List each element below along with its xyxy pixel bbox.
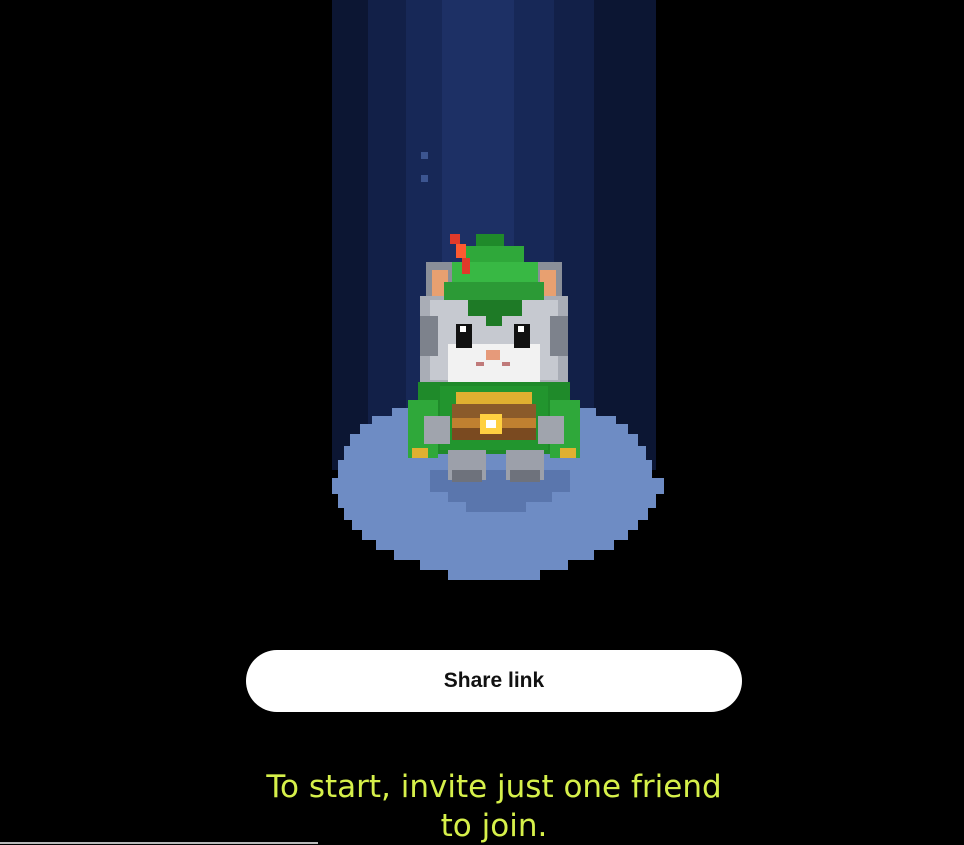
sparkle-icon xyxy=(421,175,428,182)
share-link-button[interactable]: Share link xyxy=(246,650,742,712)
game-screen: Share link To start, invite just one fri… xyxy=(0,0,964,845)
cat-character xyxy=(408,234,580,482)
invite-message-line-1: To start, invite just one friend xyxy=(266,769,722,805)
invite-message-line-2: to join. xyxy=(440,808,548,844)
sparkle-icon xyxy=(421,152,428,159)
invite-message: To start, invite just one friend to join… xyxy=(232,768,756,845)
scene-illustration xyxy=(332,152,664,580)
home-indicator xyxy=(0,842,318,844)
